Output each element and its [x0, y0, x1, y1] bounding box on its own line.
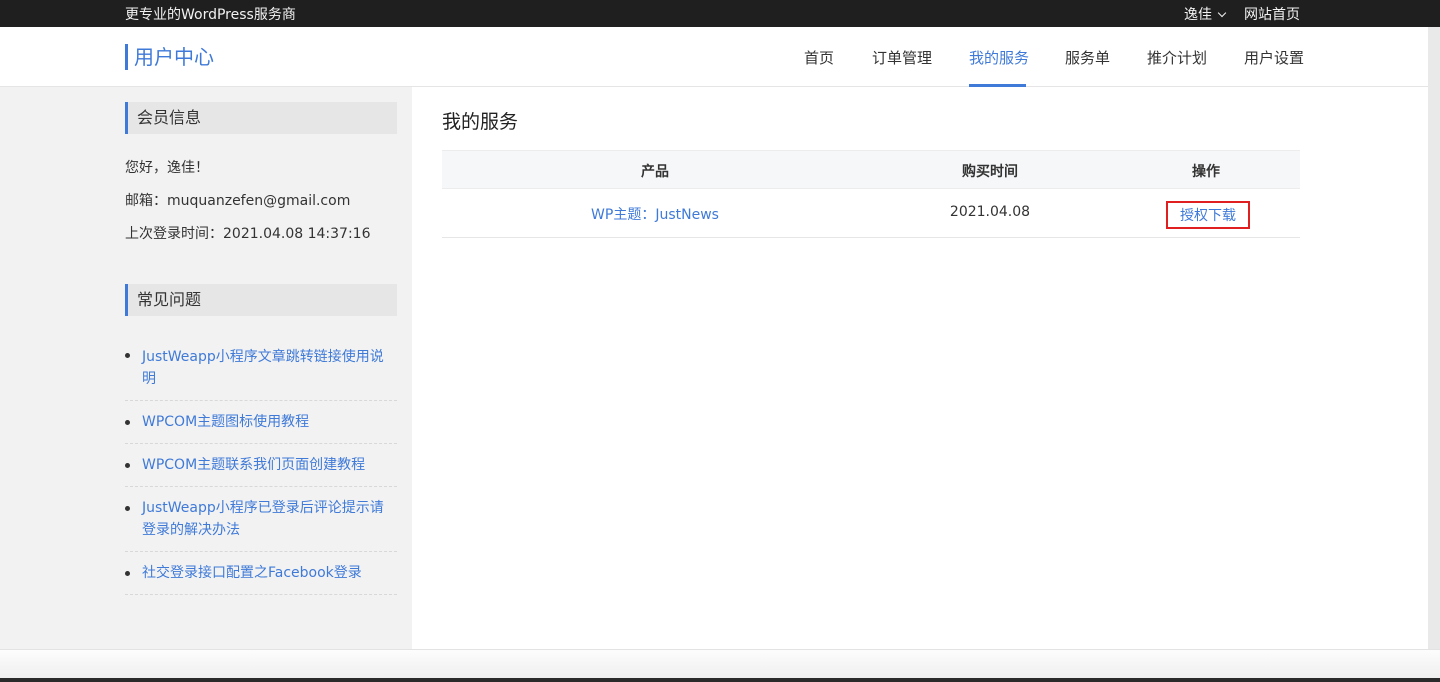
faq-item: WPCOM主题图标使用教程 [125, 401, 397, 444]
bullet-icon [125, 571, 130, 576]
user-menu[interactable]: 逸佳 [1184, 4, 1227, 24]
faq-link[interactable]: WPCOM主题图标使用教程 [142, 411, 397, 433]
username: 逸佳 [1184, 7, 1212, 23]
faq-link[interactable]: JustWeapp小程序文章跳转链接使用说明 [142, 346, 397, 390]
faq-item: JustWeapp小程序已登录后评论提示请登录的解决办法 [125, 487, 397, 552]
bullet-icon [125, 420, 130, 425]
product-link[interactable]: WP主题：JustNews [591, 204, 719, 224]
table-row: WP主题：JustNews 2021.04.08 授权下载 [442, 189, 1300, 238]
nav-my-services[interactable]: 我的服务 [969, 47, 1029, 68]
services-table: 产品 购买时间 操作 WP主题：JustNews 2021.04.08 授权下载 [442, 150, 1300, 238]
window-edge [1428, 27, 1440, 682]
column-purchase-time: 购买时间 [962, 164, 1018, 180]
brand-title: 用户中心 [125, 44, 214, 70]
faq-link[interactable]: 社交登录接口配置之Facebook登录 [142, 562, 397, 584]
member-info-title: 会员信息 [125, 102, 397, 134]
bottom-bar [0, 678, 1440, 682]
faq-link[interactable]: WPCOM主题联系我们页面创建教程 [142, 454, 397, 476]
bullet-icon [125, 463, 130, 468]
site-home-link[interactable]: 网站首页 [1244, 4, 1300, 24]
nav-home[interactable]: 首页 [804, 47, 834, 68]
column-actions: 操作 [1192, 164, 1220, 180]
nav-user-settings[interactable]: 用户设置 [1244, 47, 1304, 68]
last-login-text: 上次登录时间：2021.04.08 14:37:16 [125, 226, 371, 242]
chevron-down-icon [1217, 8, 1227, 18]
nav-orders[interactable]: 订单管理 [872, 47, 932, 68]
faq-link[interactable]: JustWeapp小程序已登录后评论提示请登录的解决办法 [142, 497, 397, 541]
email-text: 邮箱：muquanzefen@gmail.com [125, 193, 351, 209]
greeting-text: 您好，逸佳！ [125, 160, 209, 176]
faq-title: 常见问题 [125, 284, 397, 316]
bullet-icon [125, 353, 130, 358]
header: 用户中心 首页 订单管理 我的服务 服务单 推介计划 用户设置 [0, 27, 1428, 87]
page-title: 我的服务 [442, 111, 519, 133]
bullet-icon [125, 506, 130, 511]
column-product: 产品 [641, 164, 669, 180]
top-bar: 更专业的WordPress服务商 逸佳 网站首页 [0, 0, 1440, 27]
faq-item: JustWeapp小程序文章跳转链接使用说明 [125, 344, 397, 401]
license-download-button[interactable]: 授权下载 [1166, 201, 1250, 229]
site-tagline: 更专业的WordPress服务商 [125, 7, 296, 23]
sidebar: 会员信息 您好，逸佳！ 邮箱：muquanzefen@gmail.com 上次登… [0, 87, 412, 649]
faq-item: 社交登录接口配置之Facebook登录 [125, 552, 397, 595]
nav-referral[interactable]: 推介计划 [1147, 47, 1207, 68]
nav-service-tickets[interactable]: 服务单 [1065, 47, 1110, 68]
faq-list: JustWeapp小程序文章跳转链接使用说明 WPCOM主题图标使用教程 WPC… [125, 344, 397, 595]
faq-item: WPCOM主题联系我们页面创建教程 [125, 444, 397, 487]
table-header: 产品 购买时间 操作 [442, 150, 1300, 189]
purchase-date: 2021.04.08 [949, 204, 1031, 220]
main-content: 我的服务 产品 购买时间 操作 WP主题：JustNews 2021.04.08… [412, 87, 1428, 649]
